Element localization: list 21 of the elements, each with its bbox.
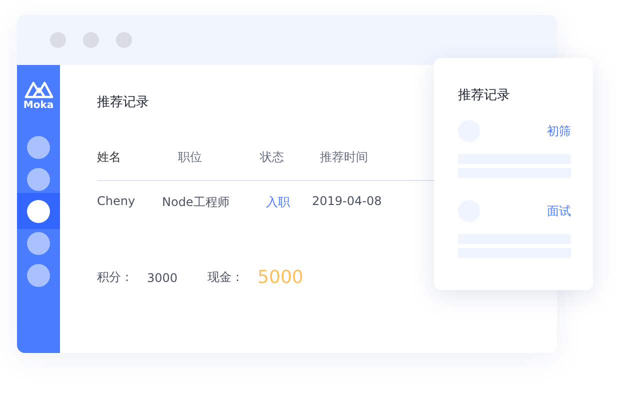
status-text: 初筛 bbox=[547, 122, 571, 140]
window-dot-icon[interactable] bbox=[83, 32, 99, 48]
logo-icon bbox=[24, 80, 54, 99]
window-dot-icon[interactable] bbox=[50, 32, 66, 48]
points-value: 3000 bbox=[147, 270, 178, 284]
column-header: 状态 bbox=[259, 149, 285, 166]
sidebar-item[interactable] bbox=[17, 193, 60, 229]
window-dot-icon[interactable] bbox=[116, 32, 132, 48]
page-title: 推荐记录 bbox=[97, 94, 149, 112]
table-cell-text: Cheny bbox=[97, 194, 136, 210]
column-header: 职位 bbox=[177, 149, 203, 166]
cash-label: 现金： bbox=[208, 269, 244, 286]
table-cell-text: 2019-04-08 bbox=[312, 194, 383, 210]
points-label: 积分： bbox=[97, 269, 133, 286]
cash-value: 5000 bbox=[258, 267, 304, 288]
column-header: 推荐时间 bbox=[320, 149, 369, 166]
status-text: 面试 bbox=[547, 202, 571, 220]
card-title: 推荐记录 bbox=[458, 87, 511, 104]
table-cell-text: Node工程师 bbox=[162, 194, 230, 211]
logo-text: Moka bbox=[23, 100, 54, 111]
column-header: 姓名 bbox=[97, 149, 122, 166]
